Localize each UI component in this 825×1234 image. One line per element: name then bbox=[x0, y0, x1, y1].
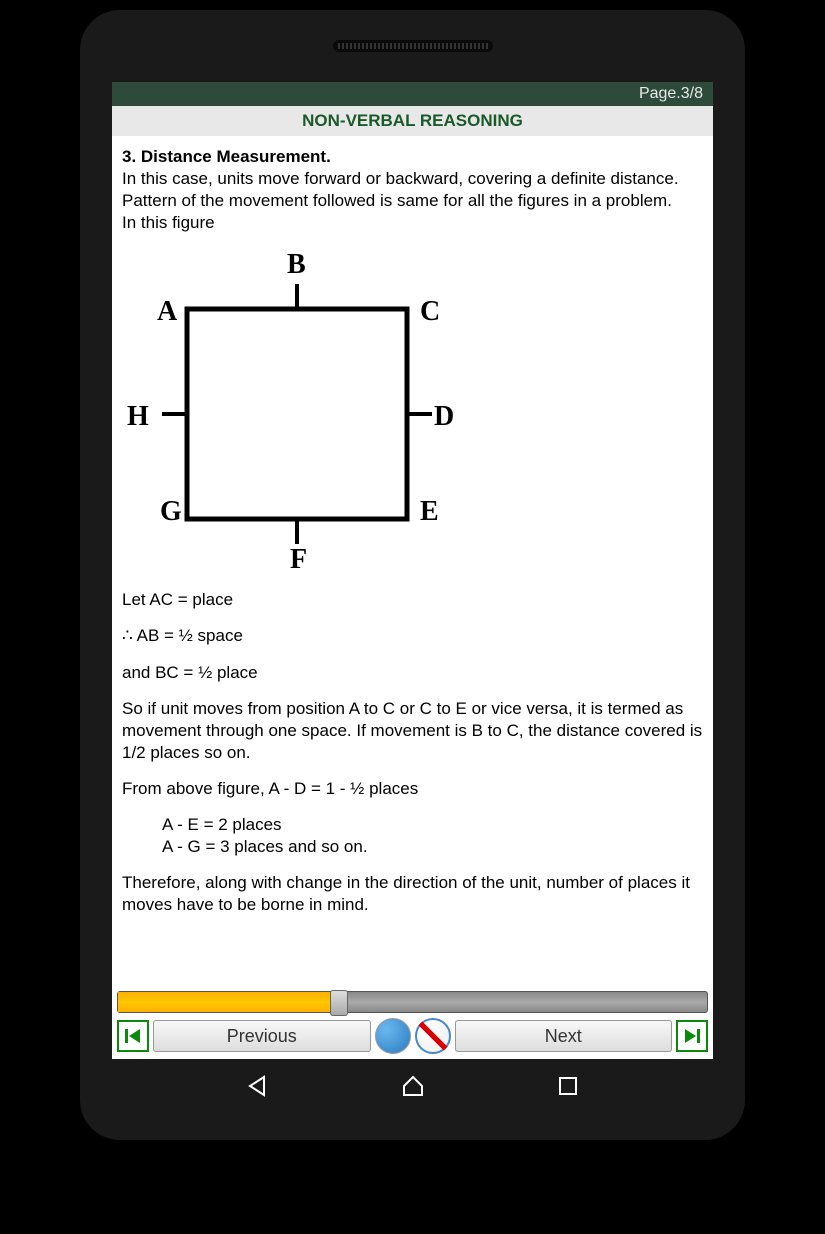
label-b: B bbox=[287, 247, 306, 283]
text-para-2: Therefore, along with change in the dire… bbox=[122, 872, 703, 916]
label-d: D bbox=[434, 399, 454, 435]
system-navigation bbox=[80, 1059, 745, 1113]
label-h: H bbox=[127, 399, 149, 435]
last-page-button[interactable] bbox=[676, 1020, 708, 1052]
home-icon[interactable] bbox=[401, 1074, 425, 1098]
text-line-3: and BC = ½ place bbox=[122, 662, 703, 684]
text-line-2: ∴ AB = ½ space bbox=[122, 625, 703, 647]
square-diagram: A B C D E F G H bbox=[122, 239, 462, 579]
label-c: C bbox=[420, 294, 440, 330]
recent-apps-icon[interactable] bbox=[556, 1074, 580, 1098]
label-g: G bbox=[160, 494, 182, 530]
figure-intro: In this figure bbox=[122, 213, 215, 232]
globe-icon[interactable] bbox=[375, 1018, 411, 1054]
back-icon[interactable] bbox=[246, 1074, 270, 1098]
first-page-button[interactable] bbox=[117, 1020, 149, 1052]
label-a: A bbox=[157, 294, 177, 330]
app-screen: Page.3/8 NON-VERBAL REASONING 3. Distanc… bbox=[112, 82, 713, 1059]
progress-fill bbox=[118, 992, 336, 1012]
text-line-6: A - G = 3 places and so on. bbox=[122, 836, 703, 858]
text-line-1: Let AC = place bbox=[122, 589, 703, 611]
phone-frame: Page.3/8 NON-VERBAL REASONING 3. Distanc… bbox=[80, 10, 745, 1140]
page-progress-slider[interactable] bbox=[117, 991, 708, 1013]
label-e: E bbox=[420, 494, 439, 530]
page-title: NON-VERBAL REASONING bbox=[112, 106, 713, 136]
page-indicator: Page.3/8 bbox=[112, 82, 713, 106]
label-f: F bbox=[290, 542, 307, 578]
phone-speaker bbox=[333, 40, 493, 52]
text-line-5: A - E = 2 places bbox=[122, 814, 703, 836]
next-button[interactable]: Next bbox=[455, 1020, 673, 1052]
navigation-bar: Previous Next bbox=[112, 1013, 713, 1059]
topic-heading: 3. Distance Measurement. bbox=[122, 147, 331, 166]
slider-thumb[interactable] bbox=[330, 990, 348, 1016]
text-line-4: From above figure, A - D = 1 - ½ places bbox=[122, 778, 703, 800]
compass-disabled-icon[interactable] bbox=[415, 1018, 451, 1054]
intro-text: In this case, units move forward or back… bbox=[122, 169, 679, 210]
content-area[interactable]: 3. Distance Measurement. In this case, u… bbox=[112, 136, 713, 991]
previous-button[interactable]: Previous bbox=[153, 1020, 371, 1052]
text-para-1: So if unit moves from position A to C or… bbox=[122, 698, 703, 764]
